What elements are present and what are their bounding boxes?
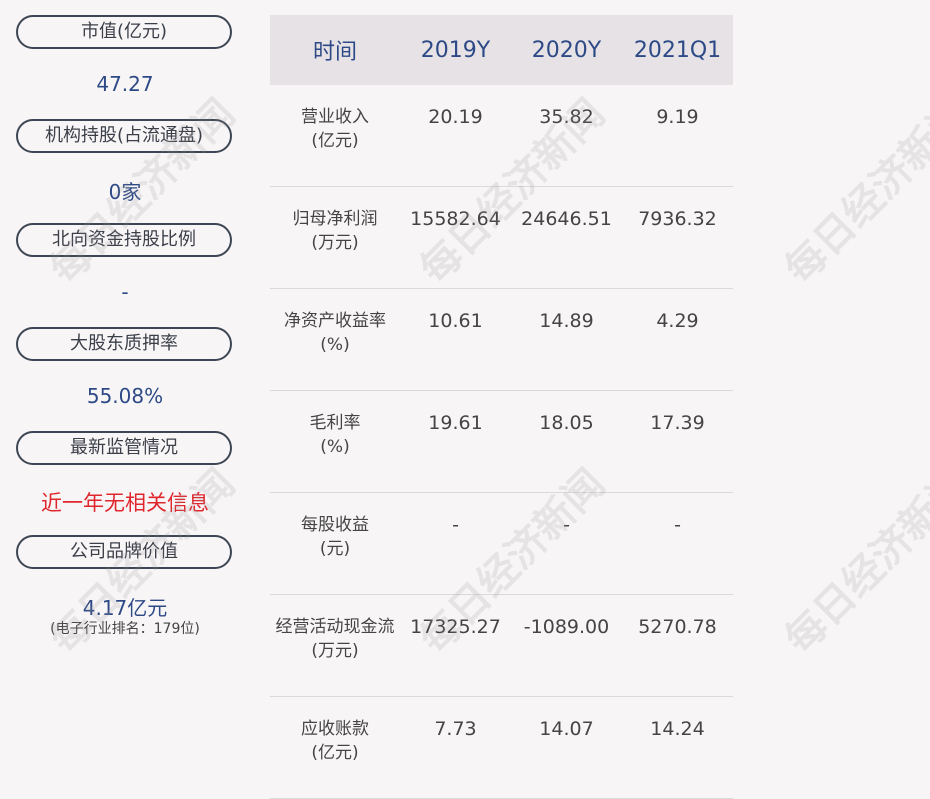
regulatory-status-label: 最新监管情况 <box>16 431 232 465</box>
table-cell: 4.29 <box>622 288 733 391</box>
table-cell: 7.73 <box>400 696 511 799</box>
regulatory-status-value: 近一年无相关信息 <box>41 491 209 515</box>
pledge-ratio-value: 55.08% <box>86 384 164 408</box>
northbound-holding-label: 北向资金持股比例 <box>16 223 232 257</box>
market-cap-value: 47.27 <box>96 72 154 96</box>
table-cell: 15582.64 <box>400 186 511 289</box>
pledge-ratio-label: 大股东质押率 <box>16 327 232 361</box>
table-cell: 18.05 <box>511 390 622 493</box>
table-cell: 20.19 <box>400 85 511 187</box>
header-2019y: 2019Y <box>400 15 511 85</box>
row-label: 归母净利润 (万元) <box>270 186 400 289</box>
row-label: 每股收益 (元) <box>270 492 400 595</box>
table-cell: 5270.78 <box>622 594 733 697</box>
table-cell: 17.39 <box>622 390 733 493</box>
table-cell: 14.24 <box>622 696 733 799</box>
table-cell: 10.61 <box>400 288 511 391</box>
watermark: 每日经济新闻 <box>776 90 930 293</box>
institutional-holding-label: 机构持股(占流通盘) <box>16 119 232 153</box>
table-row: 应收账款 (亿元) 7.73 14.07 14.24 <box>270 696 733 799</box>
table-row: 归母净利润 (万元) 15582.64 24646.51 7936.32 <box>270 186 733 289</box>
table-cell: 17325.27 <box>400 594 511 697</box>
watermark: 每日经济新闻 <box>776 460 930 663</box>
table-cell: 19.61 <box>400 390 511 493</box>
table-cell: 35.82 <box>511 85 622 187</box>
table-cell: -1089.00 <box>511 594 622 697</box>
header-2020y: 2020Y <box>511 15 622 85</box>
summary-panel: 市值(亿元) 47.27 机构持股(占流通盘) 0家 北向资金持股比例 - 大股… <box>0 0 250 667</box>
row-label: 经营活动现金流 (万元) <box>270 594 400 697</box>
table-cell: 7936.32 <box>622 186 733 289</box>
table-cell: - <box>622 492 733 595</box>
row-label: 营业收入 (亿元) <box>270 85 400 187</box>
header-time: 时间 <box>270 15 400 85</box>
table-cell: 24646.51 <box>511 186 622 289</box>
financial-table: 时间 2019Y 2020Y 2021Q1 营业收入 (亿元) 20.19 35.… <box>270 15 733 799</box>
header-2021q1: 2021Q1 <box>622 15 733 85</box>
market-cap-label: 市值(亿元) <box>16 15 232 49</box>
institutional-holding-value: 0家 <box>108 180 142 204</box>
row-label: 毛利率 (%) <box>270 390 400 493</box>
northbound-holding-value: - <box>121 280 129 304</box>
brand-value-rank-note: (电子行业排名：179位) <box>50 621 200 637</box>
table-cell: 14.89 <box>511 288 622 391</box>
table-header-row: 时间 2019Y 2020Y 2021Q1 <box>270 15 733 85</box>
table-row: 每股收益 (元) - - - <box>270 492 733 595</box>
table-row: 毛利率 (%) 19.61 18.05 17.39 <box>270 390 733 493</box>
table-cell: - <box>511 492 622 595</box>
brand-value-label: 公司品牌价值 <box>16 535 232 569</box>
table-cell: 14.07 <box>511 696 622 799</box>
table-row: 营业收入 (亿元) 20.19 35.82 9.19 <box>270 85 733 187</box>
table-row: 净资产收益率 (%) 10.61 14.89 4.29 <box>270 288 733 391</box>
table-cell: - <box>400 492 511 595</box>
row-label: 应收账款 (亿元) <box>270 696 400 799</box>
brand-value-value: 4.17亿元 <box>82 596 168 620</box>
table-cell: 9.19 <box>622 85 733 187</box>
row-label: 净资产收益率 (%) <box>270 288 400 391</box>
table-row: 经营活动现金流 (万元) 17325.27 -1089.00 5270.78 <box>270 594 733 697</box>
